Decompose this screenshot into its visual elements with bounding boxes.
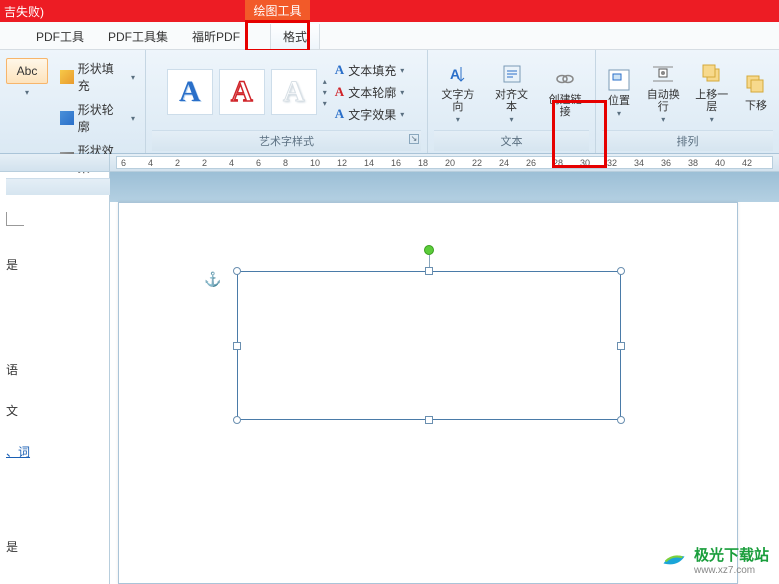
- panel-corner-icon: [6, 212, 24, 226]
- scroll-up-icon[interactable]: ▴: [323, 77, 327, 86]
- navigation-panel: 是 语 文 、词 是: [0, 172, 110, 584]
- tab-unknown[interactable]: [0, 41, 24, 49]
- ruler-tick: 40: [715, 158, 725, 168]
- horizontal-ruler[interactable]: 6422468101214161820222426283032343638404…: [116, 156, 773, 169]
- ruler-tick: 6: [121, 158, 126, 168]
- nav-item[interactable]: 文: [6, 402, 103, 419]
- watermark: 极光下载站 www.xz7.com: [660, 544, 769, 576]
- ruler-tick: 12: [337, 158, 347, 168]
- resize-handle-br[interactable]: [617, 416, 625, 424]
- shape-style-preset[interactable]: Abc: [6, 58, 48, 84]
- text-fill-icon: A: [335, 62, 344, 78]
- wrap-text-button[interactable]: 自动换行▾: [642, 59, 685, 126]
- ruler-tick: 22: [472, 158, 482, 168]
- gallery-more-icon[interactable]: ▾: [323, 99, 327, 108]
- shape-outline-button[interactable]: 形状轮廓▾: [56, 99, 139, 137]
- ruler-tick: 2: [175, 158, 180, 168]
- text-fill-button[interactable]: A文本填充▾: [333, 61, 406, 80]
- shape-fill-button[interactable]: 形状填充▾: [56, 58, 139, 96]
- ruler-tick: 2: [202, 158, 207, 168]
- launcher-icon[interactable]: ↘: [409, 134, 419, 144]
- rotation-handle[interactable]: [424, 245, 434, 255]
- text-direction-icon: A: [445, 61, 471, 87]
- align-text-icon: [499, 61, 525, 87]
- ruler-tick: 14: [364, 158, 374, 168]
- page-area[interactable]: ⚓: [110, 172, 779, 584]
- ruler-tick: 42: [742, 158, 752, 168]
- text-outline-button[interactable]: A文本轮廓▾: [333, 83, 406, 102]
- resize-handle-bm[interactable]: [425, 416, 433, 424]
- ruler-tick: 34: [634, 158, 644, 168]
- resize-handle-tl[interactable]: [233, 267, 241, 275]
- ruler-tick: 4: [148, 158, 153, 168]
- workspace: 是 语 文 、词 是 ⚓: [0, 172, 779, 584]
- nav-item[interactable]: 语: [6, 361, 103, 378]
- text-outline-icon: A: [335, 84, 344, 100]
- ruler-tick: 38: [688, 158, 698, 168]
- paint-bucket-icon: [60, 70, 74, 84]
- text-direction-button[interactable]: A 文字方向▾: [434, 59, 482, 126]
- nav-item-link[interactable]: 、词: [6, 443, 103, 460]
- ruler-tick: 36: [661, 158, 671, 168]
- wordart-preset-1[interactable]: A: [167, 69, 213, 115]
- tab-foxit-pdf[interactable]: 福昕PDF: [180, 24, 252, 49]
- group-shape-style: Abc ▾ 形状填充▾ 形状轮廓▾ 形状效果▾ ↘: [0, 50, 146, 153]
- scroll-down-icon[interactable]: ▾: [323, 88, 327, 97]
- group-wordart-label: 艺术字样式↘: [152, 130, 421, 151]
- ruler-tick: 20: [445, 158, 455, 168]
- selected-shape[interactable]: [229, 263, 629, 428]
- title-suffix: 吉失败): [4, 3, 44, 20]
- ruler-tick: 8: [283, 158, 288, 168]
- group-arrange: 位置▾ 自动换行▾ 上移一层▾ 下移 排列: [596, 50, 779, 153]
- align-text-button[interactable]: 对齐文本▾: [488, 59, 536, 126]
- resize-handle-mr[interactable]: [617, 342, 625, 350]
- watermark-name: 极光下载站: [694, 547, 769, 564]
- ruler-area: 6422468101214161820222426283032343638404…: [0, 154, 779, 172]
- watermark-url: www.xz7.com: [694, 565, 769, 576]
- bring-forward-button[interactable]: 上移一层▾: [691, 59, 734, 126]
- ruler-tick: 32: [607, 158, 617, 168]
- ruler-tick: 4: [229, 158, 234, 168]
- text-effect-icon: A: [335, 106, 344, 122]
- wordart-preset-2[interactable]: A: [219, 69, 265, 115]
- resize-handle-tm[interactable]: [425, 267, 433, 275]
- resize-handle-ml[interactable]: [233, 342, 241, 350]
- position-button[interactable]: 位置▾: [602, 65, 636, 120]
- nav-item[interactable]: 是: [6, 538, 103, 555]
- ruler-tick: 16: [391, 158, 401, 168]
- wrap-icon: [650, 61, 676, 87]
- link-icon: [552, 66, 578, 92]
- context-tab-drawing[interactable]: 绘图工具: [245, 0, 310, 22]
- group-wordart: A A A ▴ ▾ ▾ A文本填充▾ A文本轮廓▾ A文字效果▾ 艺术字样式↘: [146, 50, 428, 153]
- resize-handle-tr[interactable]: [617, 267, 625, 275]
- send-backward-button[interactable]: 下移: [739, 70, 773, 114]
- shape-rectangle[interactable]: [237, 271, 621, 420]
- ruler-tick: 6: [256, 158, 261, 168]
- watermark-logo-icon: [660, 546, 688, 574]
- wordart-preset-3[interactable]: A: [271, 69, 317, 115]
- svg-text:A: A: [450, 66, 460, 82]
- position-icon: [606, 67, 632, 93]
- text-effect-button[interactable]: A文字效果▾: [333, 105, 406, 124]
- ruler-tick: 10: [310, 158, 320, 168]
- send-backward-icon: [743, 72, 769, 98]
- bring-forward-icon: [699, 61, 725, 87]
- document-page[interactable]: ⚓: [118, 202, 738, 584]
- anchor-icon: ⚓: [204, 271, 221, 288]
- nav-item[interactable]: 是: [6, 256, 103, 273]
- ribbon: Abc ▾ 形状填充▾ 形状轮廓▾ 形状效果▾ ↘ A A A ▴ ▾ ▾ A文…: [0, 50, 779, 154]
- titlebar: 吉失败) 绘图工具: [0, 0, 779, 22]
- group-arrange-label: 排列: [602, 130, 773, 151]
- resize-handle-bl[interactable]: [233, 416, 241, 424]
- ruler-tick: 26: [526, 158, 536, 168]
- ruler-tick: 24: [499, 158, 509, 168]
- ruler-tick: 18: [418, 158, 428, 168]
- tab-pdf-toolkit[interactable]: PDF工具集: [96, 24, 180, 49]
- tab-format-highlight: [245, 20, 310, 52]
- pencil-icon: [60, 111, 74, 125]
- ribbon-tabs: PDF工具 PDF工具集 福昕PDF 格式: [0, 22, 779, 50]
- tab-pdf-tools[interactable]: PDF工具: [24, 24, 96, 49]
- create-link-highlight: [552, 100, 607, 168]
